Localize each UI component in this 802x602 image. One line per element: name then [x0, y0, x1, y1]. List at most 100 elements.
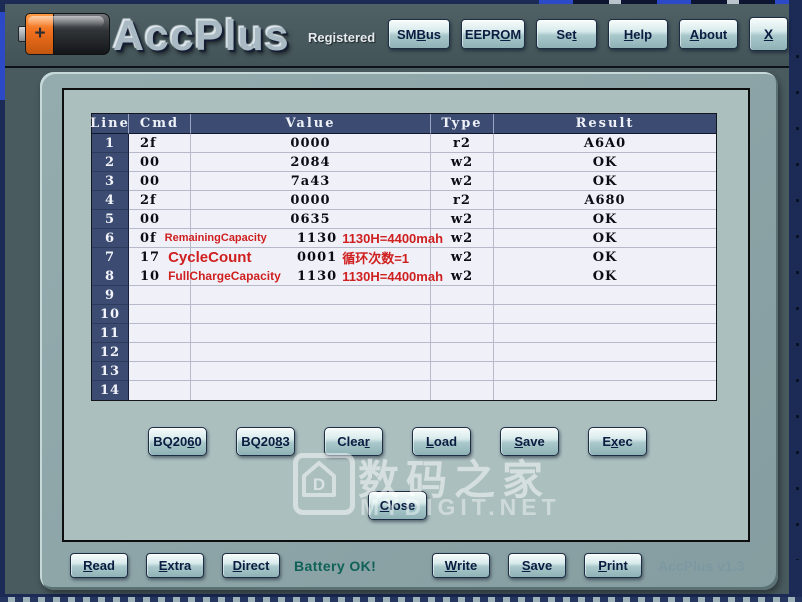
- cmd-annotation: FullChargeCapacity: [168, 269, 281, 283]
- button-label: us: [425, 26, 442, 42]
- cell-result: OK: [494, 267, 716, 286]
- accplus-window: + AccPlus Registered SM Bus EEPR O M Se t Help A…: [0, 0, 802, 602]
- cell-result: [494, 381, 716, 400]
- table-row-3[interactable]: 3 00 7a43 w2 OK: [92, 172, 716, 191]
- table-row-14[interactable]: 14: [92, 381, 716, 400]
- button-label: oad: [433, 434, 458, 449]
- table-row-5[interactable]: 5 00 0635 w2 OK: [92, 210, 716, 229]
- extra-button[interactable]: Extra: [146, 553, 204, 578]
- window-body: Line Cmd Value Type Result 1 2f 0000 r2 A6A0 2 00 20…: [5, 68, 789, 594]
- button-label: Clea: [337, 434, 365, 449]
- button-label: rite: [457, 558, 478, 573]
- button-label: 6: [187, 434, 195, 449]
- set-button[interactable]: Se t: [536, 19, 597, 49]
- main-panel: Line Cmd Value Type Result 1 2f 0000 r2 A6A0 2 00 20…: [40, 72, 778, 590]
- cmd-annotation: RemainingCapacity: [164, 232, 267, 244]
- write-button[interactable]: Write: [432, 553, 490, 578]
- button-mnemonic: C: [379, 498, 390, 513]
- watermark-logo-icon: D: [293, 453, 355, 515]
- button-label: E: [602, 434, 611, 449]
- cell-cmd: 00: [129, 153, 191, 172]
- eeprom-button[interactable]: EEPR O M: [461, 19, 525, 49]
- read-button[interactable]: Read: [70, 553, 128, 578]
- save-file-button[interactable]: Save: [508, 553, 566, 578]
- table-row-7[interactable]: 7 17 CycleCount 0001 循环次数=1 w2 OK: [92, 248, 716, 268]
- cell-line: 10: [92, 305, 129, 324]
- close-window-button[interactable]: X: [749, 17, 788, 51]
- button-label: rint: [606, 558, 628, 573]
- button-label: S: [514, 434, 523, 449]
- cell-result: OK: [494, 229, 716, 248]
- save-button[interactable]: Save: [500, 427, 559, 456]
- cell-value: 0635: [191, 210, 431, 229]
- button-label: B: [416, 26, 426, 42]
- cell-value: 7a43: [191, 172, 431, 191]
- table-row-8[interactable]: 8 10 FullChargeCapacity 1130 1130H=4400mah w2…: [92, 267, 716, 286]
- button-label: r: [364, 434, 370, 449]
- button-label: elp: [633, 26, 653, 42]
- column-header-line: Line: [90, 114, 129, 134]
- cell-type: r2: [431, 191, 494, 210]
- about-button[interactable]: About: [679, 19, 738, 49]
- button-label: ead: [92, 558, 115, 573]
- print-button[interactable]: Print: [584, 553, 642, 578]
- load-button[interactable]: Load: [412, 427, 471, 456]
- cell-result: [494, 343, 716, 362]
- button-label: ec: [618, 434, 633, 449]
- command-table-panel: Line Cmd Value Type Result 1 2f 0000 r2 A6A0 2 00 20…: [62, 88, 750, 542]
- table-row-11[interactable]: 11: [92, 324, 716, 343]
- button-label: 0: [194, 434, 202, 449]
- column-header-cmd: Cmd: [129, 114, 191, 134]
- table-row-4[interactable]: 4 2f 0000 r2 A680: [92, 191, 716, 210]
- button-label: 3: [282, 434, 290, 449]
- button-label: M: [510, 26, 522, 42]
- column-header-value: Value: [191, 114, 431, 134]
- cell-result: OK: [494, 248, 716, 268]
- button-label: H: [623, 26, 634, 42]
- close-button[interactable]: Close: [368, 491, 427, 520]
- cell-type: w2: [431, 248, 494, 268]
- button-label: EEPR: [464, 26, 501, 42]
- button-label: W: [444, 558, 458, 573]
- cell-value: [191, 305, 431, 324]
- selection-dashes-artifact: [0, 597, 802, 602]
- button-label: lose: [389, 498, 416, 513]
- cell-line: 12: [92, 343, 129, 362]
- cell-value: 0000: [191, 134, 431, 153]
- cell-cmd: [129, 343, 191, 362]
- cell-result: [494, 305, 716, 324]
- cell-line: 4: [92, 191, 129, 210]
- cell-cmd: 2f: [129, 191, 191, 210]
- button-label: P: [598, 558, 607, 573]
- cell-type: r2: [431, 134, 494, 153]
- button-label: t: [572, 26, 577, 42]
- table-row-12[interactable]: 12: [92, 343, 716, 362]
- button-label: irect: [241, 558, 270, 573]
- battery-status-text: Battery OK!: [294, 558, 377, 574]
- smbus-button[interactable]: SM Bus: [388, 19, 450, 49]
- table-row-9[interactable]: 9: [92, 286, 716, 305]
- table-row-2[interactable]: 2 00 2084 w2 OK: [92, 153, 716, 172]
- bq2060-button[interactable]: BQ20 6 0: [148, 427, 207, 456]
- direct-button[interactable]: Direct: [222, 553, 280, 578]
- table-row-6[interactable]: 6 0f RemainingCapacity 1130 1130H=4400mah w2 O…: [92, 229, 716, 248]
- cell-line: 6: [92, 229, 129, 248]
- table-row-10[interactable]: 10: [92, 305, 716, 324]
- cell-line: 13: [92, 362, 129, 381]
- button-label: SM: [396, 26, 417, 42]
- table-row-13[interactable]: 13: [92, 362, 716, 381]
- help-button[interactable]: Help: [608, 19, 668, 49]
- exec-button[interactable]: Ex ec: [588, 427, 647, 456]
- cell-value: [191, 343, 431, 362]
- cell-cmd: 00: [129, 172, 191, 191]
- table-row-1[interactable]: 1 2f 0000 r2 A6A0: [92, 134, 716, 153]
- titlebar-buttons: SM Bus EEPR O M Se t Help About X: [388, 17, 788, 51]
- app-logo: AccPlus: [113, 12, 290, 60]
- clear-button[interactable]: Clea r: [324, 427, 383, 456]
- action-buttons: BQ20 6 0 BQ20 8 3 Clea r Load Save Ex ec: [148, 427, 647, 456]
- cell-type: [431, 343, 494, 362]
- bottom-right-buttons: Write Save Print: [432, 553, 642, 578]
- battery-icon: +: [18, 13, 110, 55]
- bq2083-button[interactable]: BQ20 8 3: [236, 427, 295, 456]
- button-label: ave: [530, 558, 553, 573]
